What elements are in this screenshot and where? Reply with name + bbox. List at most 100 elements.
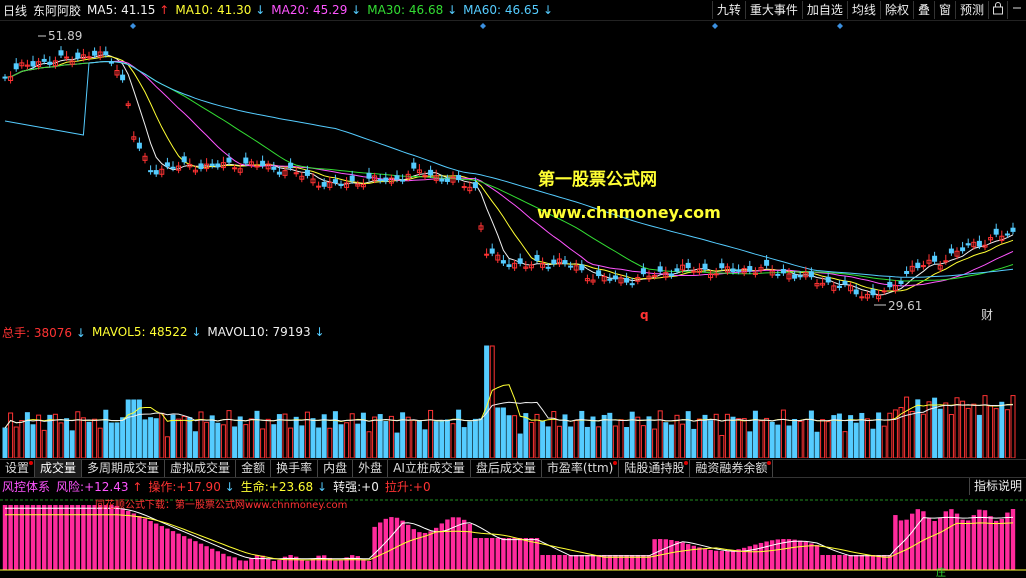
risk-bar: [826, 555, 831, 570]
volume-bar: [545, 426, 551, 458]
candle-body: [859, 296, 865, 299]
candlestick-chart[interactable]: 51.89 29.61 q 财 第一股票公式网 www.chnmoney.com: [0, 21, 1026, 321]
tab-8[interactable]: AI立桩成交量: [388, 460, 471, 477]
ma30-value: MA30: 46.68 ↓: [367, 3, 458, 17]
tab-2[interactable]: 多周期成交量: [82, 460, 166, 477]
candle-body: [2, 76, 8, 79]
candle-body: [92, 50, 98, 56]
volume-bar: [556, 425, 562, 458]
volume-bar: [260, 428, 266, 458]
risk-bar: [170, 531, 176, 570]
risk-bar: [926, 517, 932, 570]
volume-bar: [271, 424, 277, 458]
candle-body: [881, 290, 887, 293]
candle-body: [612, 275, 618, 280]
add-watchlist-button[interactable]: 加自选: [801, 1, 847, 19]
risk-bar: [540, 555, 545, 570]
risk-bar: [876, 555, 881, 570]
volume-bar: [904, 396, 910, 458]
indicator-name[interactable]: 风控体系: [2, 478, 50, 495]
risk-bar: [305, 560, 310, 570]
candle-body: [209, 163, 215, 166]
risk-bar: [221, 553, 226, 570]
risk-bar: [859, 555, 864, 570]
tab-11[interactable]: 陆股通持股: [619, 460, 691, 477]
candle-body: [870, 289, 876, 296]
volume-bar: [327, 427, 333, 458]
risk-bar: [842, 555, 848, 570]
volume-bar: [24, 412, 30, 458]
volume-bar: [601, 414, 607, 458]
candle-body: [702, 263, 708, 270]
forecast-button[interactable]: 预测: [954, 1, 988, 19]
candle-body: [640, 268, 646, 275]
window-button[interactable]: 窗: [933, 1, 955, 19]
low-price-label: 29.61: [888, 299, 922, 313]
tab-6[interactable]: 内盘: [318, 460, 354, 477]
volume-bar: [86, 421, 92, 458]
event-marker-cai[interactable]: 财: [981, 308, 993, 321]
candle-body: [1004, 233, 1010, 236]
volume-bar: [730, 416, 736, 458]
tab-12[interactable]: 融资融券余额: [690, 460, 774, 477]
volume-bar: [316, 427, 322, 458]
candle-body: [596, 270, 602, 277]
risk-indicator-chart[interactable]: 同花顺公式下载：第一股票公式网www.chnmoney.com 庄: [0, 496, 1026, 578]
candle-body: [338, 183, 344, 186]
risk-bar: [820, 555, 825, 570]
tab-0[interactable]: 设置: [0, 460, 36, 477]
tab-7[interactable]: 外盘: [353, 460, 389, 477]
jiuzhuan-button[interactable]: 九转: [711, 1, 745, 19]
volume-bar: [523, 413, 529, 458]
candle-body: [562, 260, 568, 265]
risk-indicator-header: 风控体系 风险:+12.43 ↑ 操作:+17.90 ↓ 生命:+23.68 ↓…: [0, 478, 1026, 495]
tab-3[interactable]: 虚拟成交量: [165, 460, 237, 477]
volume-bar: [288, 427, 294, 458]
risk-bar: [389, 517, 394, 570]
risk-bar: [960, 519, 965, 570]
candle-body: [243, 157, 249, 164]
overlay-button[interactable]: 叠: [912, 1, 934, 19]
tab-10[interactable]: 市盈率(ttm): [542, 460, 620, 477]
mavol5-value: MAVOL5: 48522 ↓: [91, 325, 202, 339]
candle-body: [198, 163, 204, 170]
volume-bar: [153, 418, 159, 458]
volume-bar: [506, 415, 512, 458]
volume-bar: [159, 412, 165, 458]
candle-body: [545, 266, 551, 269]
major-events-button[interactable]: 重大事件: [744, 1, 802, 19]
volume-bar: [366, 431, 372, 458]
total-volume: 总手: 38076 ↓: [2, 325, 86, 340]
candle-body: [674, 268, 680, 272]
indicator-help-button[interactable]: 指标说明: [968, 478, 1026, 495]
volume-bar: [164, 436, 170, 458]
ma-lines-button[interactable]: 均线: [846, 1, 880, 19]
risk-bar: [719, 550, 724, 570]
risk-bar: [159, 526, 164, 570]
tab-9[interactable]: 盘后成交量: [471, 460, 542, 477]
minus-icon[interactable]: [1007, 1, 1026, 19]
period-label[interactable]: 日线: [3, 2, 27, 19]
risk-bar: [557, 555, 562, 570]
risk-bar: [271, 560, 276, 570]
tab-label: 换手率: [276, 461, 313, 475]
candle-body: [153, 170, 159, 175]
volume-bar: [915, 399, 921, 458]
lock-icon[interactable]: [988, 1, 1007, 19]
volume-bar: [8, 412, 14, 458]
risk-bar: [674, 541, 680, 570]
tab-1[interactable]: 成交量: [35, 460, 83, 477]
ex-rights-button[interactable]: 除权: [879, 1, 913, 19]
tab-4[interactable]: 金额: [236, 460, 272, 477]
volume-bar: [176, 418, 182, 458]
tab-5[interactable]: 换手率: [271, 460, 319, 477]
candle-body: [960, 247, 966, 252]
risk-bar: [434, 527, 439, 570]
candle-body: [500, 260, 506, 264]
risk-bar: [366, 560, 372, 570]
volume-bar: [534, 413, 540, 458]
event-marker-q[interactable]: q: [640, 308, 649, 321]
volume-chart[interactable]: [0, 340, 1026, 458]
volume-bar: [702, 414, 708, 458]
candle-body: [170, 166, 176, 169]
